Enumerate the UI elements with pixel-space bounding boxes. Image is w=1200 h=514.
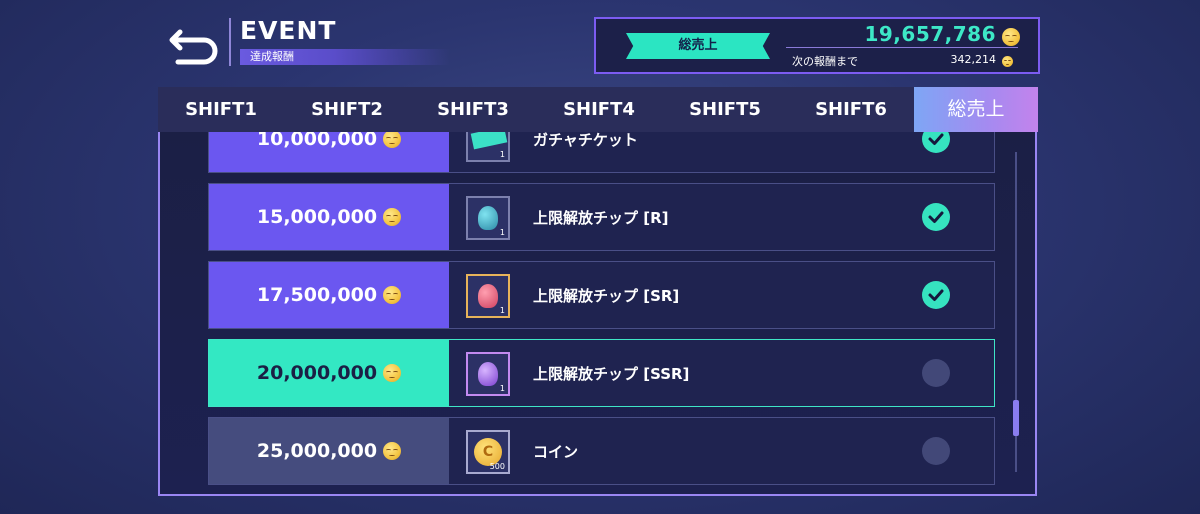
reward-qty: 1: [499, 306, 505, 315]
page-subtitle: 達成報酬: [240, 49, 450, 65]
next-emoji-icon: [1002, 56, 1013, 67]
threshold-emoji-icon: [383, 208, 402, 226]
reward-threshold-value: 20,000,000: [256, 362, 378, 384]
claimed-check-icon: [922, 281, 950, 309]
tab-shift2[interactable]: SHIFT2: [284, 87, 410, 132]
reward-threshold-value: 25,000,000: [256, 440, 378, 462]
next-reward-amount: 342,214: [950, 53, 997, 66]
ticket-icon[interactable]: 1: [466, 132, 510, 162]
threshold-emoji-icon: [383, 442, 402, 460]
sales-emoji-icon: [1002, 28, 1020, 46]
total-sales-panel: 総売上 19,657,786 次の報酬まで 342,214: [594, 17, 1040, 74]
reward-qty: 1: [499, 150, 505, 159]
reward-name: 上限解放チップ [SSR]: [533, 364, 690, 383]
sales-divider: [786, 47, 1018, 48]
reward-threshold: 20,000,000: [209, 340, 449, 406]
reward-threshold-value: 15,000,000: [256, 206, 378, 228]
reward-name: 上限解放チップ [SR]: [533, 286, 680, 305]
tab-shift4[interactable]: SHIFT4: [536, 87, 662, 132]
next-reward-value: 342,214: [950, 53, 1013, 67]
unclaimed-status-icon: [922, 359, 950, 387]
reward-threshold: 10,000,000: [209, 132, 449, 172]
reward-qty: 1: [499, 228, 505, 237]
reward-threshold-value: 17,500,000: [256, 284, 378, 306]
reward-row-locked: 25,000,000 C 500 コイン: [208, 417, 995, 485]
chip-r-icon[interactable]: 1: [466, 196, 510, 240]
reward-threshold: 15,000,000: [209, 184, 449, 250]
next-reward-label: 次の報酬まで: [792, 55, 858, 68]
unclaimed-status-icon: [922, 437, 950, 465]
reward-threshold: 25,000,000: [209, 418, 449, 484]
threshold-emoji-icon: [383, 286, 402, 304]
tab-shift1[interactable]: SHIFT1: [158, 87, 284, 132]
tab-shift6[interactable]: SHIFT6: [788, 87, 914, 132]
reward-name: 上限解放チップ [R]: [533, 208, 669, 227]
reward-qty: 1: [499, 384, 505, 393]
back-button[interactable]: [168, 22, 224, 70]
reward-row-current: 20,000,000 1 上限解放チップ [SSR]: [208, 339, 995, 407]
tab-total-sales[interactable]: 総売上: [914, 87, 1038, 132]
claimed-check-icon: [922, 203, 950, 231]
reward-row: 10,000,000 1 ガチャチケット: [208, 132, 995, 173]
reward-row: 15,000,000 1 上限解放チップ [R]: [208, 183, 995, 251]
reward-threshold-value: 10,000,000: [256, 132, 378, 150]
reward-threshold: 17,500,000: [209, 262, 449, 328]
coin-icon[interactable]: C 500: [466, 430, 510, 474]
chip-ssr-icon[interactable]: 1: [466, 352, 510, 396]
back-arrow-icon: [169, 29, 218, 65]
reward-name: コイン: [533, 442, 579, 461]
total-sales-value: 19,657,786: [864, 22, 1020, 46]
reward-qty: 500: [489, 462, 505, 471]
threshold-emoji-icon: [383, 132, 402, 148]
chip-sr-icon[interactable]: 1: [466, 274, 510, 318]
reward-row: 17,500,000 1 上限解放チップ [SR]: [208, 261, 995, 329]
total-sales-label: 総売上: [626, 33, 770, 59]
header-divider: [229, 18, 231, 66]
claimed-check-icon: [922, 132, 950, 153]
reward-name: ガチャチケット: [533, 132, 638, 149]
tab-shift5[interactable]: SHIFT5: [662, 87, 788, 132]
total-sales-amount: 19,657,786: [864, 22, 996, 46]
page-title: EVENT: [240, 16, 337, 45]
scrollbar-thumb[interactable]: [1013, 400, 1019, 436]
reward-list[interactable]: 10,000,000 1 ガチャチケット 15,000,000 1 上限解放チッ…: [158, 132, 1037, 496]
threshold-emoji-icon: [383, 364, 402, 382]
shift-tabs: SHIFT1 SHIFT2 SHIFT3 SHIFT4 SHIFT5 SHIFT…: [158, 87, 1038, 132]
tab-shift3[interactable]: SHIFT3: [410, 87, 536, 132]
